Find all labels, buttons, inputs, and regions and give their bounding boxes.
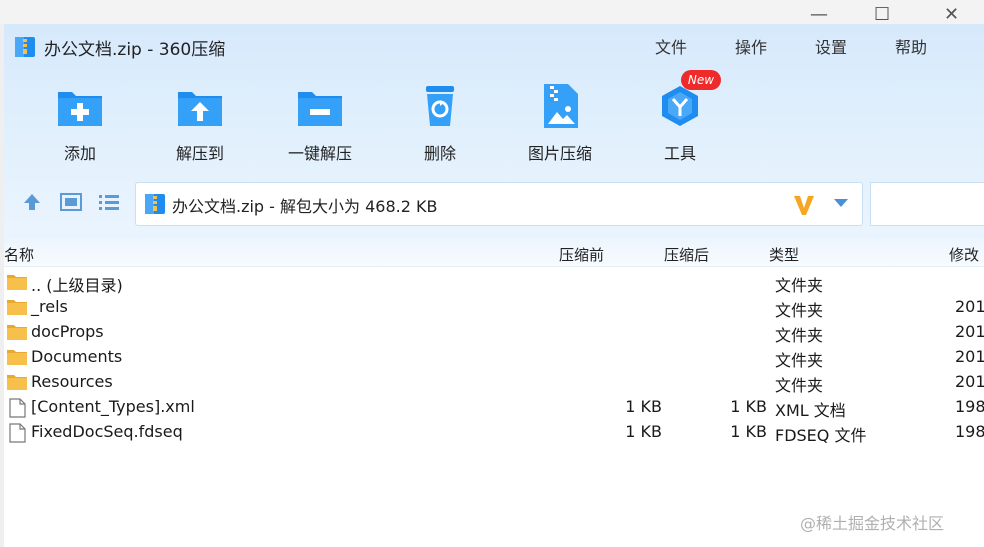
toolbar-one-click-extract-label: 一键解压 bbox=[287, 144, 352, 163]
folder-icon bbox=[7, 275, 27, 290]
folder-icon bbox=[7, 375, 27, 390]
tools-icon bbox=[656, 84, 704, 128]
up-arrow-icon[interactable] bbox=[22, 192, 42, 212]
zip-archive-icon bbox=[15, 37, 35, 57]
search-input[interactable] bbox=[870, 182, 984, 226]
watermark: @稀土掘金技术社区 bbox=[800, 514, 945, 533]
menu-operate[interactable]: 操作 bbox=[735, 34, 767, 58]
app-window: 办公文档.zip - 360压缩 文件 操作 设置 帮助 添加 解压到 一键解压… bbox=[4, 24, 984, 547]
minimize-button[interactable]: — bbox=[810, 6, 828, 24]
chevron-down-icon[interactable] bbox=[832, 197, 850, 209]
folder-icon bbox=[7, 325, 27, 340]
ribbon-header: 办公文档.zip - 360压缩 文件 操作 设置 帮助 添加 解压到 一键解压… bbox=[4, 24, 984, 239]
image-compress-icon bbox=[536, 84, 584, 128]
toolbar-delete-label: 删除 bbox=[423, 144, 456, 163]
menu-settings[interactable]: 设置 bbox=[815, 34, 847, 58]
menu-help[interactable]: 帮助 bbox=[895, 34, 927, 58]
toolbar-delete-button[interactable]: 删除 bbox=[390, 84, 490, 164]
zip-archive-icon bbox=[145, 194, 165, 214]
folder-icon bbox=[7, 300, 27, 315]
toolbar-tools-button[interactable]: 工具 bbox=[630, 84, 730, 164]
one-click-extract-icon bbox=[296, 84, 344, 128]
v-logo-icon[interactable] bbox=[792, 193, 816, 217]
extract-to-icon bbox=[176, 84, 224, 128]
column-type[interactable]: 类型 bbox=[769, 244, 799, 265]
list-view-icon[interactable] bbox=[98, 192, 120, 212]
toolbar-extract-to-label: 解压到 bbox=[175, 144, 224, 163]
window-title: 办公文档.zip - 360压缩 bbox=[44, 39, 226, 60]
document-icon bbox=[9, 398, 26, 418]
thumbnail-view-icon[interactable] bbox=[60, 192, 82, 212]
file-row[interactable]: Resources 文件夹 201 bbox=[4, 370, 984, 395]
toolbar-image-compress-label: 图片压缩 bbox=[527, 144, 592, 163]
toolbar-add-label: 添加 bbox=[63, 144, 96, 163]
column-compressed[interactable]: 压缩前 bbox=[559, 244, 604, 265]
file-row[interactable]: docProps 文件夹 201 bbox=[4, 320, 984, 345]
toolbar-add-button[interactable]: 添加 bbox=[30, 84, 130, 164]
file-row[interactable]: _rels 文件夹 201 bbox=[4, 295, 984, 320]
path-text: 办公文档.zip - 解包大小为 468.2 KB bbox=[172, 197, 438, 216]
column-name[interactable]: 名称 bbox=[4, 244, 34, 265]
add-icon bbox=[56, 84, 104, 128]
delete-icon bbox=[416, 84, 464, 128]
close-button[interactable]: ✕ bbox=[944, 6, 959, 24]
column-original[interactable]: 压缩后 bbox=[664, 244, 709, 265]
menu-file[interactable]: 文件 bbox=[655, 34, 687, 58]
column-modified[interactable]: 修改 bbox=[949, 244, 979, 265]
toolbar-one-click-extract-button[interactable]: 一键解压 bbox=[270, 84, 370, 164]
toolbar-image-compress-button[interactable]: 图片压缩 bbox=[510, 84, 610, 164]
desktop-top-strip bbox=[0, 0, 984, 24]
new-badge: New bbox=[681, 70, 721, 90]
file-row[interactable]: Documents 文件夹 201 bbox=[4, 345, 984, 370]
document-icon bbox=[9, 423, 26, 443]
folder-icon bbox=[7, 350, 27, 365]
toolbar-tools-label: 工具 bbox=[663, 144, 696, 163]
column-header-row: 名称 压缩前 压缩后 类型 修改 bbox=[4, 239, 984, 267]
title-bar: 办公文档.zip - 360压缩 bbox=[14, 34, 225, 60]
file-row[interactable]: FixedDocSeq.fdseq 1 KB 1 KB FDSEQ 文件 198 bbox=[4, 420, 984, 445]
file-row[interactable]: [Content_Types].xml 1 KB 1 KB XML 文档 198 bbox=[4, 395, 984, 420]
maximize-button[interactable]: ☐ bbox=[874, 6, 890, 24]
toolbar-extract-to-button[interactable]: 解压到 bbox=[150, 84, 250, 164]
path-bar[interactable]: 办公文档.zip - 解包大小为 468.2 KB bbox=[135, 182, 863, 226]
file-row[interactable]: .. (上级目录) 文件夹 bbox=[4, 270, 984, 295]
